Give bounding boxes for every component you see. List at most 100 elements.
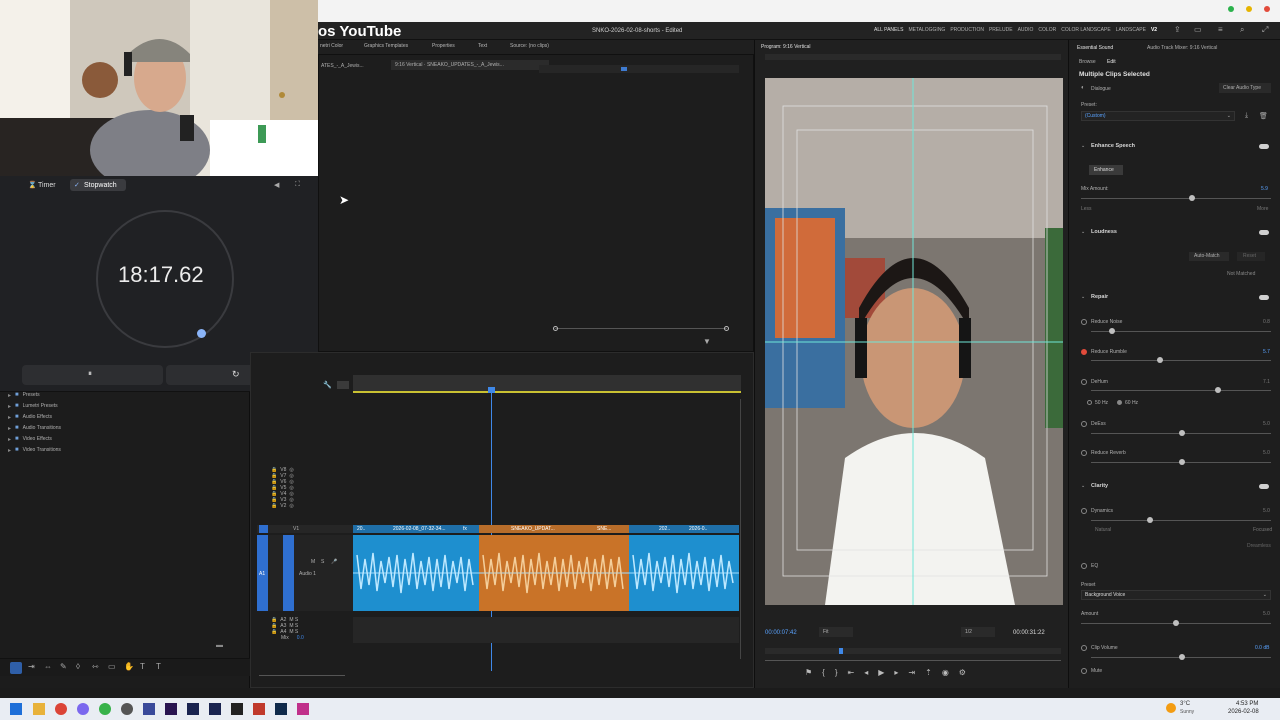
media-encoder-icon[interactable] [209, 703, 221, 715]
audio-clip-row[interactable] [353, 535, 739, 611]
clear-audio-type-button[interactable]: Clear Audio Type [1219, 83, 1271, 93]
slip-tool-icon[interactable]: ⇿ [92, 662, 99, 671]
tab-stopwatch[interactable]: ✓ Stopwatch [70, 179, 126, 191]
tab-essential-sound[interactable]: Essential Sound [1077, 45, 1113, 51]
tab-timer[interactable]: Timer [38, 182, 56, 189]
program-zoom-bar[interactable] [765, 660, 1061, 661]
mute-checkbox[interactable] [1081, 668, 1087, 674]
mix-amount-value[interactable]: 5.9 [1261, 186, 1268, 192]
go-to-out-icon[interactable]: ⇥ [908, 668, 915, 677]
file-explorer-icon[interactable] [33, 703, 45, 715]
effects-folder[interactable]: ▸ ■ Audio Transitions [8, 425, 61, 432]
resolution-dropdown[interactable]: 1/2 [961, 627, 995, 637]
app-icon[interactable] [231, 703, 243, 715]
workspace-tab[interactable]: COLOR LANDSCAPE [1061, 27, 1110, 33]
filter-icon[interactable]: ▼ [703, 337, 711, 346]
amount-slider[interactable] [1081, 620, 1271, 626]
repair-toggle[interactable] [1259, 295, 1269, 300]
after-effects-icon[interactable] [187, 703, 199, 715]
pause-button[interactable]: ⏸ [22, 365, 163, 385]
tab-browse[interactable]: Browse [1079, 59, 1096, 65]
enhance-speech-toggle[interactable] [1259, 144, 1269, 149]
app-icon[interactable] [253, 703, 265, 715]
program-scrubber[interactable] [765, 648, 1061, 654]
tab-lumetri-color[interactable]: netri Color [320, 43, 343, 49]
window-control-icon[interactable] [1246, 6, 1252, 12]
workspace-tab[interactable]: LANDSCAPE [1116, 27, 1146, 33]
timeline-vscroll[interactable] [740, 399, 741, 659]
dynamics-slider[interactable] [1091, 517, 1271, 523]
pen-tool-icon[interactable]: ✎ [60, 662, 67, 671]
fit-dropdown[interactable]: Fit [819, 627, 853, 637]
reduce-noise-value[interactable]: 0.8 [1263, 319, 1270, 325]
workspace-tab[interactable]: AUDIO [1018, 27, 1034, 33]
collapse-icon[interactable]: ⌄ [1081, 294, 1085, 300]
mark-in-icon[interactable]: { [822, 668, 825, 677]
mark-out-icon[interactable]: } [835, 668, 838, 677]
tab-audio-track-mixer[interactable]: Audio Track Mixer: 9:16 Vertical [1147, 45, 1217, 51]
rectangle-tool-icon[interactable]: ▭ [108, 662, 116, 671]
timeline-ruler[interactable] [353, 375, 741, 393]
effects-folder[interactable]: ▸ ■ Video Effects [8, 436, 61, 443]
eq-preset-dropdown[interactable]: Background Voice ⌄ [1081, 590, 1271, 600]
add-marker-icon[interactable]: ⚑ [805, 668, 812, 677]
dynamics-checkbox[interactable] [1081, 508, 1087, 514]
reduce-reverb-value[interactable]: 5.0 [1263, 450, 1270, 456]
hz50-radio[interactable] [1087, 400, 1092, 405]
sequence-tab[interactable]: ATES_-_A_Jewis... [321, 63, 364, 69]
workspace-tab[interactable]: V2 [1151, 27, 1157, 33]
deess-slider[interactable] [1091, 430, 1271, 436]
mic-icon[interactable]: 🎤 [331, 559, 337, 565]
dehum-slider[interactable] [1091, 387, 1271, 393]
quick-export-icon[interactable]: ▭ [1194, 25, 1202, 34]
reduce-noise-slider[interactable] [1091, 328, 1271, 334]
reduce-rumble-checkbox[interactable] [1081, 349, 1087, 355]
playhead-handle[interactable] [488, 387, 495, 393]
workspace-tab[interactable]: PRODUCTION [950, 27, 984, 33]
app-icon[interactable] [121, 703, 133, 715]
effects-folder[interactable]: ▸ ■ Lumetri Presets [8, 403, 61, 410]
lift-icon[interactable]: ⇡ [925, 668, 932, 677]
window-control-icon[interactable] [1228, 6, 1234, 12]
app-icon[interactable] [99, 703, 111, 715]
solo-icon[interactable]: S [321, 559, 324, 565]
clock-time[interactable]: 4:53 PM [1236, 701, 1258, 707]
mix-amount-slider[interactable] [1081, 195, 1271, 201]
razor-icon[interactable]: ◊ [76, 662, 80, 671]
step-forward-icon[interactable]: ▸ [894, 668, 898, 677]
dehum-value[interactable]: 7.1 [1263, 379, 1270, 385]
ripple-edit-icon[interactable]: ⇔ [44, 662, 52, 671]
app-icon[interactable] [143, 703, 155, 715]
tab-source[interactable]: Source: (no clips) [510, 43, 549, 49]
hz60-radio[interactable] [1117, 400, 1122, 405]
sequence-tab-active[interactable]: 9:16 Vertical · SNEAKO_UPDATES_-_A_Jewis… [391, 60, 549, 70]
start-icon[interactable] [10, 703, 22, 715]
workspace-tab[interactable]: COLOR [1038, 27, 1056, 33]
type-tool-icon[interactable]: T [140, 662, 145, 671]
reduce-noise-checkbox[interactable] [1081, 319, 1087, 325]
expand-icon[interactable]: ⛶ [295, 181, 300, 189]
photoshop-icon[interactable] [275, 703, 287, 715]
dynamics-value[interactable]: 5.0 [1263, 508, 1270, 514]
enhance-button[interactable]: Enhance [1089, 165, 1123, 175]
selection-tool-icon[interactable] [10, 662, 22, 674]
step-back-icon[interactable]: ◂ [864, 668, 868, 677]
collapse-icon[interactable]: ⌄ [1081, 483, 1085, 489]
dehum-checkbox[interactable] [1081, 379, 1087, 385]
timeline-zoom-scroll[interactable] [259, 675, 345, 676]
collapse-icon[interactable]: ⌄ [1081, 143, 1085, 149]
track-select-icon[interactable]: ⇥ [28, 662, 35, 671]
source-scroll[interactable] [553, 326, 729, 331]
deess-checkbox[interactable] [1081, 421, 1087, 427]
reduce-rumble-value[interactable]: 5.7 [1263, 349, 1270, 355]
clip-volume-value[interactable]: 0.0 dB [1255, 645, 1269, 651]
app-icon[interactable] [297, 703, 309, 715]
delete-preset-icon[interactable]: 🗑 [1259, 112, 1268, 120]
hand-tool-icon[interactable]: ✋ [124, 662, 134, 671]
vertical-type-icon[interactable]: T [156, 662, 161, 671]
loudness-toggle[interactable] [1259, 230, 1269, 235]
reduce-rumble-slider[interactable] [1091, 357, 1271, 363]
effects-folder[interactable]: ▸ ■ Audio Effects [8, 414, 61, 421]
clarity-toggle[interactable] [1259, 484, 1269, 489]
settings-icon[interactable]: ⚙ [959, 668, 966, 677]
